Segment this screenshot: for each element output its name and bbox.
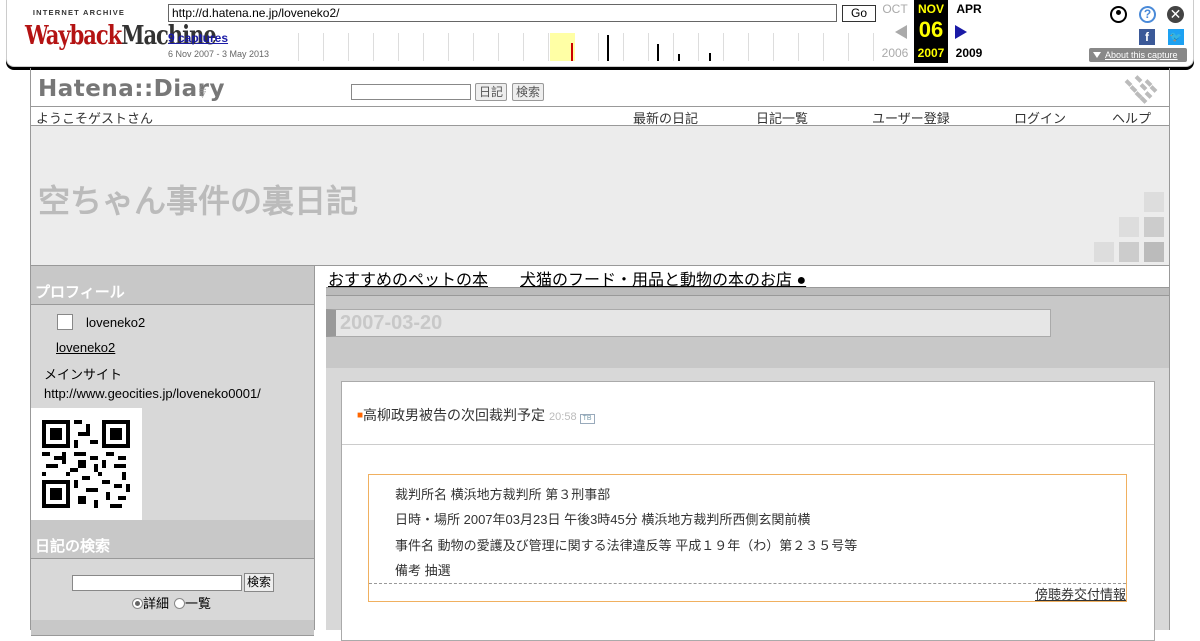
wayback-machine-wordmark: WaybackMachine [25,19,217,51]
profile-user-link[interactable]: loveneko2 [56,340,115,355]
court-info-box: 裁判所名 横浜地方裁判所 第３刑事部 日時・場所 2007年03月23日 午後3… [368,474,1127,602]
radio-detail[interactable]: 詳細 [132,593,169,612]
case-name-line: 事件名 動物の愛護及び管理に関する法律違反等 平成１９年（わ）第２３５号等 [395,538,858,553]
entry-divider [342,444,1154,445]
blog-title[interactable]: 空ちゃん事件の裏日記 [38,176,358,222]
pet-shop-link[interactable]: 犬猫のフード・用品と動物の本のお店 ● [520,266,806,290]
help-icon[interactable]: ? [1139,6,1156,23]
capture-sparkline[interactable] [274,33,874,61]
profile-user-id: loveneko2 [86,315,146,330]
decorative-square [1094,242,1114,262]
court-name-line: 裁判所名 横浜地方裁判所 第３刑事部 [395,487,611,502]
decorative-square [1144,192,1164,212]
entry-wrapper: ■高柳政男被告の次回裁判予定 20:58 TB 裁判所名 横浜地方裁判所 第３刑事部… [326,368,1169,641]
sparkline-bar[interactable] [709,53,711,61]
user-icon[interactable] [1110,6,1127,23]
entry-title-text[interactable]: 高柳政男被告の次回裁判予定 [363,407,545,423]
profile-mainsite[interactable]: メインサイト http://www.geocities.jp/loveneko0… [44,365,304,403]
entry-time[interactable]: 20:58 [549,411,577,423]
header-diary-button[interactable]: 日記 [475,83,508,101]
sparkline-bar[interactable] [678,54,680,61]
pet-books-link[interactable]: おすすめのペットの本 [328,266,488,290]
sidebar-search-button[interactable]: 検索 [244,573,275,592]
facebook-icon[interactable]: f [1139,29,1155,45]
profile-section: loveneko2 loveneko2 メインサイト http://www.ge… [31,306,314,402]
tickets-info-link[interactable]: 傍聴券交付情報 [1035,584,1126,603]
prev-month[interactable]: OCT 2006 [877,0,913,63]
qr-code [31,408,142,520]
radio-checked-icon[interactable] [132,598,143,609]
date-header-area: 2007-03-20 [326,295,1169,368]
broken-image-icon [57,314,73,330]
decorative-square [1119,242,1139,262]
hatena-nav-bar: ようこそゲストさん 最新の日記 日記一覧 ユーザー登録 ログイン ヘルプ [30,106,1170,126]
twitter-icon[interactable]: 🐦 [1168,29,1184,45]
sparkline-current-capture[interactable] [571,43,573,61]
wayback-url-input[interactable] [168,4,837,22]
wayback-go-button[interactable]: Go [842,5,876,22]
blog-title-area: 空ちゃん事件の裏日記 [30,125,1170,266]
decorative-square [1119,217,1139,237]
hatena-header: Hatena::Diary △ ▽ 日記 検索 [30,68,1170,106]
diary-entry: ■高柳政男被告の次回裁判予定 20:58 TB 裁判所名 横浜地方裁判所 第３刑事部… [341,381,1155,641]
captures-link[interactable]: 9 captures [168,31,228,45]
trackback-icon[interactable]: TB [579,414,595,424]
dashed-divider [369,583,1126,584]
diary-search-heading: 日記の検索 [31,520,314,559]
header-search-button[interactable]: 検索 [512,83,545,101]
header-search-input[interactable] [351,84,471,100]
hatena-page: Hatena::Diary △ ▽ 日記 検索 ようこそゲストさん 最新の日記 日… [30,68,1170,641]
wayback-logo[interactable]: INTERNET ARCHIVE WaybackMachine [25,8,217,51]
sidebar-search-input[interactable] [72,575,242,591]
about-capture-link[interactable]: About this capture [1089,48,1187,62]
remarks-line: 備考 抽選 [395,563,451,578]
court-datetime-line: 日時・場所 2007年03月23日 午後3時45分 横浜地方裁判所西側玄関前横 [395,512,811,527]
qr-section [31,408,314,520]
close-icon[interactable]: ✕ [1167,6,1184,23]
sparkline-bar[interactable] [657,44,659,61]
current-capture-date: NOV 06 2007 [914,0,948,63]
profile-heading: プロフィール [31,266,314,305]
decorative-square [1144,242,1164,262]
main-content: おすすめのペットの本 犬猫のフード・用品と動物の本のお店 ● 2007-03-2… [326,266,1170,641]
sidebar-next-heading [31,620,314,636]
radio-unchecked-icon[interactable] [174,598,185,609]
month-navigator: OCT 2006 NOV 06 2007 APR 2009 [877,0,987,63]
logo-chevron-icon: △ ▽ [199,81,206,99]
affiliate-links: おすすめのペットの本 犬猫のフード・用品と動物の本のお店 ● [326,266,1169,290]
prev-arrow-icon[interactable] [895,25,907,39]
entry-title: ■高柳政男被告の次回裁判予定 20:58 TB [357,405,595,425]
next-arrow-icon[interactable] [955,25,967,39]
entry-date[interactable]: 2007-03-20 [326,309,1051,337]
internet-archive-label: INTERNET ARCHIVE [32,8,126,17]
next-month[interactable]: APR 2009 [949,0,989,63]
hatena-mark-icon[interactable] [1121,75,1165,104]
decorative-square [1144,217,1164,237]
hatena-diary-logo[interactable]: Hatena::Diary [38,76,225,102]
qr-code-icon [42,420,130,508]
radio-list[interactable]: 一覧 [174,593,211,612]
sidebar: プロフィール loveneko2 loveneko2 メインサイト http:/… [30,266,315,636]
wayback-toolbar: INTERNET ARCHIVE WaybackMachine Go 9 cap… [6,0,1194,67]
divider [326,288,1169,295]
sparkline-bar[interactable] [607,35,609,61]
capture-date-range: 6 Nov 2007 - 3 May 2013 [168,49,270,59]
